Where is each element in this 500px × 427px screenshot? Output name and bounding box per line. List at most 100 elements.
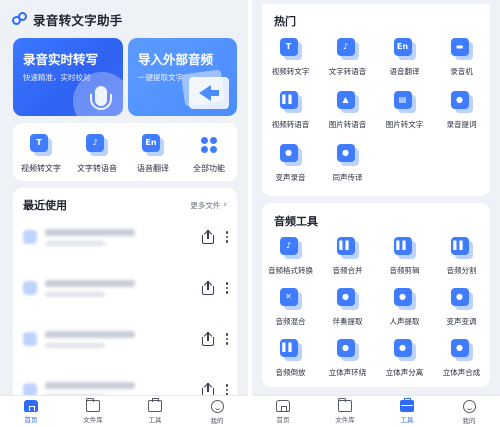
tool-stereo-surround[interactable]: ● 立体声环绕 xyxy=(319,339,376,378)
folder-icon xyxy=(338,398,352,412)
tool-label: 同声传译 xyxy=(332,173,363,182)
recent-file-name xyxy=(45,279,135,287)
tool-simultaneous-interpret[interactable]: ● 同声传译 xyxy=(319,144,376,183)
recent-file-meta xyxy=(45,291,105,297)
more-vertical-icon[interactable] xyxy=(225,231,229,243)
tab-label: 首页 xyxy=(24,416,38,424)
tool-video-to-text[interactable]: T 视频转文字 xyxy=(262,38,319,77)
tool-stereo-synthesis[interactable]: ● 立体声合成 xyxy=(433,339,490,378)
toolbox-icon xyxy=(400,398,414,412)
quick-actions: T 视频转文字 ♪ 文字转语音 En 语音翻译 全部功能 xyxy=(13,123,237,181)
home-icon xyxy=(24,400,38,412)
home-screen: 录音转文字助手 录音实时转写 快速精准，实时校对 导入外部音频 一键提取文字 T… xyxy=(0,0,248,427)
home-icon xyxy=(276,400,290,412)
quick-action-label: 全部功能 xyxy=(193,164,225,173)
more-vertical-icon[interactable] xyxy=(225,333,229,345)
audio-split-icon: ▌▌ xyxy=(450,237,473,259)
quick-action-1[interactable]: ♪ 文字转语音 xyxy=(69,123,125,181)
tool-audio-merge[interactable]: ▌▌ 音频合并 xyxy=(319,237,376,276)
quick-action-3[interactable]: 全部功能 xyxy=(181,123,237,181)
recent-file-row[interactable] xyxy=(23,269,229,307)
audio-file-icon xyxy=(23,332,37,346)
tool-video-to-audio[interactable]: ▌▌ 视频转语音 xyxy=(262,91,319,130)
tool-image-to-audio[interactable]: ▲ 图片转语音 xyxy=(319,91,376,130)
tool-pitch-shift[interactable]: ● 变声变调 xyxy=(433,288,490,327)
video-to-text-icon: T xyxy=(30,134,52,156)
tool-label: 立体声合成 xyxy=(442,368,481,377)
folder-icon xyxy=(86,398,100,412)
quick-action-2[interactable]: En 语音翻译 xyxy=(125,123,181,181)
tool-audio-clip[interactable]: ▌▌ 音频剪辑 xyxy=(376,237,433,276)
recent-file-row[interactable] xyxy=(23,320,229,358)
tool-teleprompter[interactable]: ● 录音提词 xyxy=(433,91,490,130)
tool-label: 人声提取 xyxy=(389,317,420,326)
tool-accompaniment-extract[interactable]: ● 伴奏提取 xyxy=(319,288,376,327)
tool-voice-translate[interactable]: En 语音翻译 xyxy=(376,38,433,77)
tool-voice-changer-record[interactable]: ● 变声录音 xyxy=(262,144,319,183)
quick-action-0[interactable]: T 视频转文字 xyxy=(13,123,69,181)
tab-profile[interactable]: 我的 xyxy=(438,396,500,427)
tab-home[interactable]: 首页 xyxy=(252,396,314,427)
recent-file-info xyxy=(45,279,201,297)
tool-label: 立体声分离 xyxy=(385,368,424,377)
tool-recorder[interactable]: ▬ 录音机 xyxy=(433,38,490,77)
share-icon[interactable] xyxy=(201,331,215,346)
tab-profile[interactable]: 我的 xyxy=(186,396,248,427)
realtime-record-card[interactable]: 录音实时转写 快速精准，实时校对 xyxy=(13,38,123,116)
more-files-link[interactable]: 更多文件 › xyxy=(190,200,227,211)
tab-folder[interactable]: 文件库 xyxy=(314,396,376,427)
stereo-synthesis-icon: ● xyxy=(450,339,473,361)
tool-label: 图片转文字 xyxy=(385,120,424,129)
bottom-tab-bar: 首页 文件库 工具 我的 xyxy=(252,395,500,427)
recent-file-row[interactable] xyxy=(23,218,229,256)
tab-toolbox[interactable]: 工具 xyxy=(124,396,186,427)
app-title: 录音转文字助手 xyxy=(33,12,123,28)
tool-label: 音频剪辑 xyxy=(389,266,420,275)
tool-audio-format-convert[interactable]: ♪ 音频格式转换 xyxy=(262,237,319,276)
tool-label: 音频倒放 xyxy=(275,368,306,377)
tab-label: 文件库 xyxy=(335,416,355,424)
accompaniment-extract-icon: ● xyxy=(336,288,359,310)
share-icon[interactable] xyxy=(201,280,215,295)
tab-toolbox[interactable]: 工具 xyxy=(376,396,438,427)
audio-format-convert-icon: ♪ xyxy=(279,237,302,259)
tool-audio-mix[interactable]: ✕ 音频混合 xyxy=(262,288,319,327)
tab-folder[interactable]: 文件库 xyxy=(62,396,124,427)
tab-home[interactable]: 首页 xyxy=(0,396,62,427)
share-icon[interactable] xyxy=(201,229,215,244)
voice-changer-record-icon: ● xyxy=(279,144,302,166)
tab-label: 工具 xyxy=(148,416,162,424)
tool-image-to-text[interactable]: ▤ 图片转文字 xyxy=(376,91,433,130)
tool-label: 语音翻译 xyxy=(389,67,420,76)
teleprompter-icon: ● xyxy=(450,91,473,113)
toolbox-icon xyxy=(148,398,162,412)
import-audio-title: 导入外部音频 xyxy=(138,52,214,67)
audio-mix-icon: ✕ xyxy=(279,288,302,310)
tool-label: 变声录音 xyxy=(275,173,306,182)
tool-audio-split[interactable]: ▌▌ 音频分割 xyxy=(433,237,490,276)
more-vertical-icon[interactable] xyxy=(225,282,229,294)
tool-label: 立体声环绕 xyxy=(328,368,367,377)
quick-action-label: 文字转语音 xyxy=(77,164,117,173)
text-to-speech-icon: ♪ xyxy=(86,134,108,156)
image-to-audio-icon: ▲ xyxy=(336,91,359,113)
tab-label: 文件库 xyxy=(83,416,103,424)
tool-text-to-speech[interactable]: ♪ 文字转语音 xyxy=(319,38,376,77)
tool-label: 录音提词 xyxy=(446,120,477,129)
tool-label: 音频格式转换 xyxy=(268,266,313,275)
audio-tools-title: 音频工具 xyxy=(274,215,318,228)
import-audio-card[interactable]: 导入外部音频 一键提取文字 xyxy=(128,38,237,116)
realtime-record-title: 录音实时转写 xyxy=(23,52,99,67)
tool-vocal-extract[interactable]: ● 人声提取 xyxy=(376,288,433,327)
tool-audio-reverse[interactable]: ▌▌ 音频倒放 xyxy=(262,339,319,378)
tool-label: 伴奏提取 xyxy=(332,317,363,326)
tool-stereo-separate[interactable]: ● 立体声分离 xyxy=(376,339,433,378)
recent-files-card: 最近使用 更多文件 › xyxy=(13,188,237,399)
recent-file-info xyxy=(45,330,201,348)
video-to-audio-icon: ▌▌ xyxy=(279,91,302,113)
profile-icon xyxy=(210,400,224,413)
tool-label: 变声变调 xyxy=(446,317,477,326)
tab-label: 我的 xyxy=(462,417,476,425)
tool-label: 音频分割 xyxy=(446,266,477,275)
audio-reverse-icon: ▌▌ xyxy=(279,339,302,361)
